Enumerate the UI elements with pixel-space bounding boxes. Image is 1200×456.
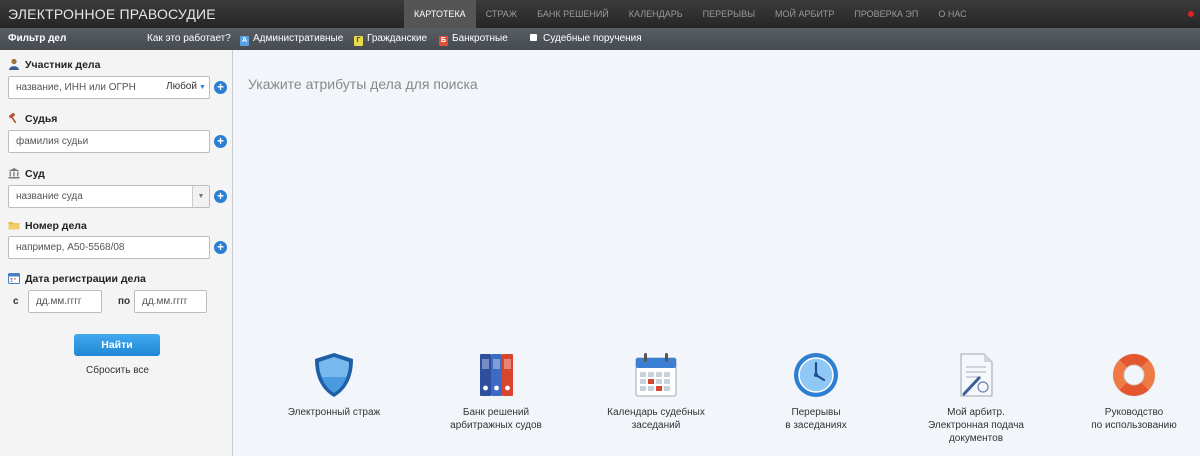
- bankrupt-case-icon: Б: [439, 36, 448, 46]
- calendar-small-icon: [8, 273, 20, 284]
- participant-label: Участник дела: [8, 58, 100, 71]
- date-from-label: с: [13, 296, 19, 307]
- calendar-icon: [635, 353, 677, 397]
- nav-kartoteka[interactable]: КАРТОТЕКА: [404, 0, 476, 28]
- document-pen-icon: [960, 353, 993, 397]
- filter-court-orders[interactable]: Судебные поручения: [530, 33, 642, 44]
- filter-title: Фильтр дел: [8, 33, 67, 44]
- how-it-works-link[interactable]: Как это работает?: [147, 33, 231, 44]
- binders-icon: [480, 354, 513, 396]
- tile-breaks[interactable]: Перерывы в заседаниях: [746, 350, 886, 432]
- civil-case-icon: Г: [354, 36, 363, 46]
- filter-court-orders-label: Судебные поручения: [543, 33, 642, 44]
- nav-bank-resheniy[interactable]: БАНК РЕШЕНИЙ: [527, 0, 619, 28]
- court-label-text: Суд: [25, 168, 45, 180]
- shield-icon: [315, 353, 353, 397]
- nav-strazh[interactable]: СТРАЖ: [476, 0, 527, 28]
- add-case-number-button[interactable]: +: [214, 241, 227, 254]
- date-from-input[interactable]: [28, 290, 102, 313]
- add-court-button[interactable]: +: [214, 190, 227, 203]
- filter-bankrupt[interactable]: Б Банкротные: [439, 33, 508, 46]
- folder-icon: [8, 222, 20, 230]
- nav-o-nas[interactable]: О НАС: [928, 0, 976, 28]
- nav-calendar[interactable]: КАЛЕНДАРЬ: [619, 0, 693, 28]
- filter-bar: Фильтр дел Как это работает? A Администра…: [0, 28, 1200, 50]
- tile-electronic-guard-label: Электронный страж: [287, 407, 381, 418]
- date-to-label: по: [118, 296, 131, 307]
- nav-moy-arbitr[interactable]: МОЙ АРБИТР: [765, 0, 844, 28]
- participant-label-text: Участник дела: [25, 59, 101, 71]
- court-select[interactable]: [8, 185, 210, 208]
- filter-admin-label: Административные: [253, 33, 344, 44]
- participant-role-dropdown[interactable]: Любой ▼: [166, 81, 206, 92]
- filter-admin[interactable]: A Административные: [240, 33, 343, 46]
- nav-proverka-ep[interactable]: ПРОВЕРКА ЭП: [844, 0, 928, 28]
- judge-label-text: Судья: [25, 113, 58, 125]
- admin-case-icon: A: [240, 36, 249, 46]
- brand-logo[interactable]: ЭЛЕКТРОННОЕ ПРАВОСУДИЕ: [8, 6, 216, 22]
- reg-date-label: Дата регистрации дела: [8, 272, 146, 285]
- courthouse-icon: [8, 168, 20, 179]
- reset-all-link[interactable]: Сбросить все: [86, 365, 149, 376]
- tile-my-arbitr[interactable]: Мой арбитр. Электронная подача документо…: [906, 350, 1046, 445]
- add-participant-button[interactable]: +: [214, 81, 227, 94]
- tile-my-arbitr-label: Мой арбитр. Электронная подача документо…: [928, 407, 1024, 444]
- find-button[interactable]: Найти: [74, 334, 160, 356]
- lifebuoy-icon: [1112, 353, 1156, 397]
- chevron-down-icon: ▼: [198, 84, 206, 91]
- tile-user-guide-label: Руководство по использованию: [1091, 407, 1177, 431]
- alert-dot-icon[interactable]: [1188, 11, 1194, 17]
- reg-date-label-text: Дата регистрации дела: [25, 273, 146, 285]
- top-navigation: КАРТОТЕКА СТРАЖ БАНК РЕШЕНИЙ КАЛЕНДАРЬ П…: [404, 0, 977, 28]
- participant-role-value: Любой: [166, 81, 197, 92]
- case-number-label-text: Номер дела: [25, 220, 87, 232]
- tile-user-guide[interactable]: Руководство по использованию: [1064, 350, 1200, 432]
- case-number-label: Номер дела: [8, 219, 87, 232]
- person-icon: [9, 58, 19, 70]
- tile-court-calendar[interactable]: Календарь судебных заседаний: [586, 350, 726, 432]
- search-prompt: Укажите атрибуты дела для поиска: [248, 76, 478, 92]
- date-to-input[interactable]: [134, 290, 207, 313]
- filter-sidebar: Участник дела Любой▼ + Судья + Суд ▼ + Н…: [0, 50, 233, 456]
- tile-court-calendar-label: Календарь судебных заседаний: [607, 407, 705, 431]
- tile-electronic-guard[interactable]: Электронный страж: [264, 350, 404, 419]
- filter-bankrupt-label: Банкротные: [452, 33, 508, 44]
- court-dropdown-arrow-icon[interactable]: ▼: [192, 186, 209, 207]
- judge-input[interactable]: [8, 130, 210, 153]
- main-content: Укажите атрибуты дела для поиска Электро…: [234, 50, 1200, 456]
- gavel-icon: [8, 112, 17, 124]
- judge-label: Судья: [8, 112, 57, 125]
- checkbox-icon[interactable]: [530, 34, 537, 41]
- tile-breaks-label: Перерывы в заседаниях: [785, 407, 847, 431]
- court-label: Суд: [8, 167, 45, 180]
- tile-decisions-bank-label: Банк решений арбитражных судов: [450, 407, 542, 431]
- filter-civil[interactable]: Г Гражданские: [354, 33, 427, 46]
- filter-civil-label: Гражданские: [367, 33, 428, 44]
- clock-icon: [794, 353, 838, 397]
- nav-pereryvy[interactable]: ПЕРЕРЫВЫ: [693, 0, 765, 28]
- tile-decisions-bank[interactable]: Банк решений арбитражных судов: [426, 350, 566, 432]
- top-bar: ЭЛЕКТРОННОЕ ПРАВОСУДИЕ КАРТОТЕКА СТРАЖ Б…: [0, 0, 1200, 28]
- add-judge-button[interactable]: +: [214, 135, 227, 148]
- case-number-input[interactable]: [8, 236, 210, 259]
